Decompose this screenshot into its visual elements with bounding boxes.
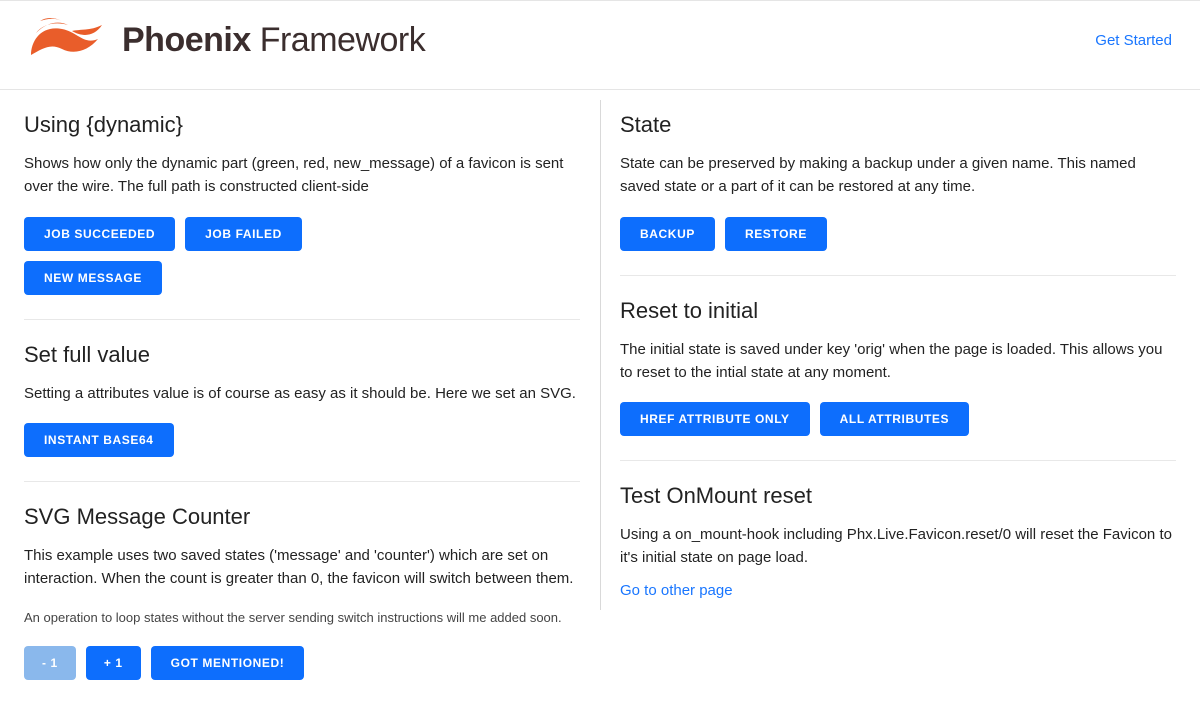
- section-desc: The initial state is saved under key 'or…: [620, 338, 1176, 385]
- href-attribute-only-button[interactable]: Href Attribute Only: [620, 402, 810, 436]
- minus-one-button[interactable]: - 1: [24, 646, 76, 680]
- section-onmount-reset: Test OnMount reset Using a on_mount-hook…: [620, 461, 1176, 624]
- column-divider: [600, 100, 601, 610]
- job-failed-button[interactable]: Job Failed: [185, 217, 302, 251]
- section-title: State: [620, 112, 1176, 138]
- section-desc: Using a on_mount-hook including Phx.Live…: [620, 523, 1176, 570]
- right-column: State State can be preserved by making a…: [600, 90, 1196, 704]
- new-message-button[interactable]: New Message: [24, 261, 162, 295]
- section-set-full-value: Set full value Setting a attributes valu…: [24, 320, 580, 482]
- section-title: Set full value: [24, 342, 580, 368]
- got-mentioned-button[interactable]: Got Mentioned!: [151, 646, 305, 680]
- backup-button[interactable]: Backup: [620, 217, 715, 251]
- section-title: Test OnMount reset: [620, 483, 1176, 509]
- plus-one-button[interactable]: + 1: [86, 646, 141, 680]
- content-columns: Using {dynamic} Shows how only the dynam…: [0, 90, 1200, 704]
- link-row: Go to other page: [620, 582, 1176, 600]
- job-succeeded-button[interactable]: Job Succeeded: [24, 217, 175, 251]
- button-row: New Message: [24, 261, 580, 295]
- section-reset-initial: Reset to initial The initial state is sa…: [620, 276, 1176, 462]
- left-column: Using {dynamic} Shows how only the dynam…: [4, 90, 600, 704]
- section-title: SVG Message Counter: [24, 504, 580, 530]
- brand: Phoenix Framework: [28, 15, 425, 65]
- section-dynamic: Using {dynamic} Shows how only the dynam…: [24, 90, 580, 320]
- instant-base64-button[interactable]: Instant Base64: [24, 423, 174, 457]
- section-desc: This example uses two saved states ('mes…: [24, 544, 580, 591]
- button-row: Backup Restore: [620, 217, 1176, 251]
- section-state: State State can be preserved by making a…: [620, 90, 1176, 276]
- section-desc: Shows how only the dynamic part (green, …: [24, 152, 580, 199]
- section-title: Reset to initial: [620, 298, 1176, 324]
- all-attributes-button[interactable]: All Attributes: [820, 402, 970, 436]
- button-row: Job Succeeded Job Failed: [24, 217, 580, 251]
- header: Phoenix Framework Get Started: [0, 0, 1200, 90]
- section-desc: Setting a attributes value is of course …: [24, 382, 580, 405]
- button-row: Href Attribute Only All Attributes: [620, 402, 1176, 436]
- section-desc: State can be preserved by making a backu…: [620, 152, 1176, 199]
- section-caption: An operation to loop states without the …: [24, 608, 580, 628]
- button-row: - 1 + 1 Got Mentioned!: [24, 646, 580, 680]
- go-to-other-page-link[interactable]: Go to other page: [620, 582, 733, 599]
- button-row: Instant Base64: [24, 423, 580, 457]
- brand-text: Phoenix Framework: [122, 21, 425, 60]
- section-title: Using {dynamic}: [24, 112, 580, 138]
- section-svg-counter: SVG Message Counter This example uses tw…: [24, 482, 580, 704]
- get-started-link[interactable]: Get Started: [1095, 32, 1172, 49]
- restore-button[interactable]: Restore: [725, 217, 827, 251]
- phoenix-logo-icon: [28, 15, 106, 65]
